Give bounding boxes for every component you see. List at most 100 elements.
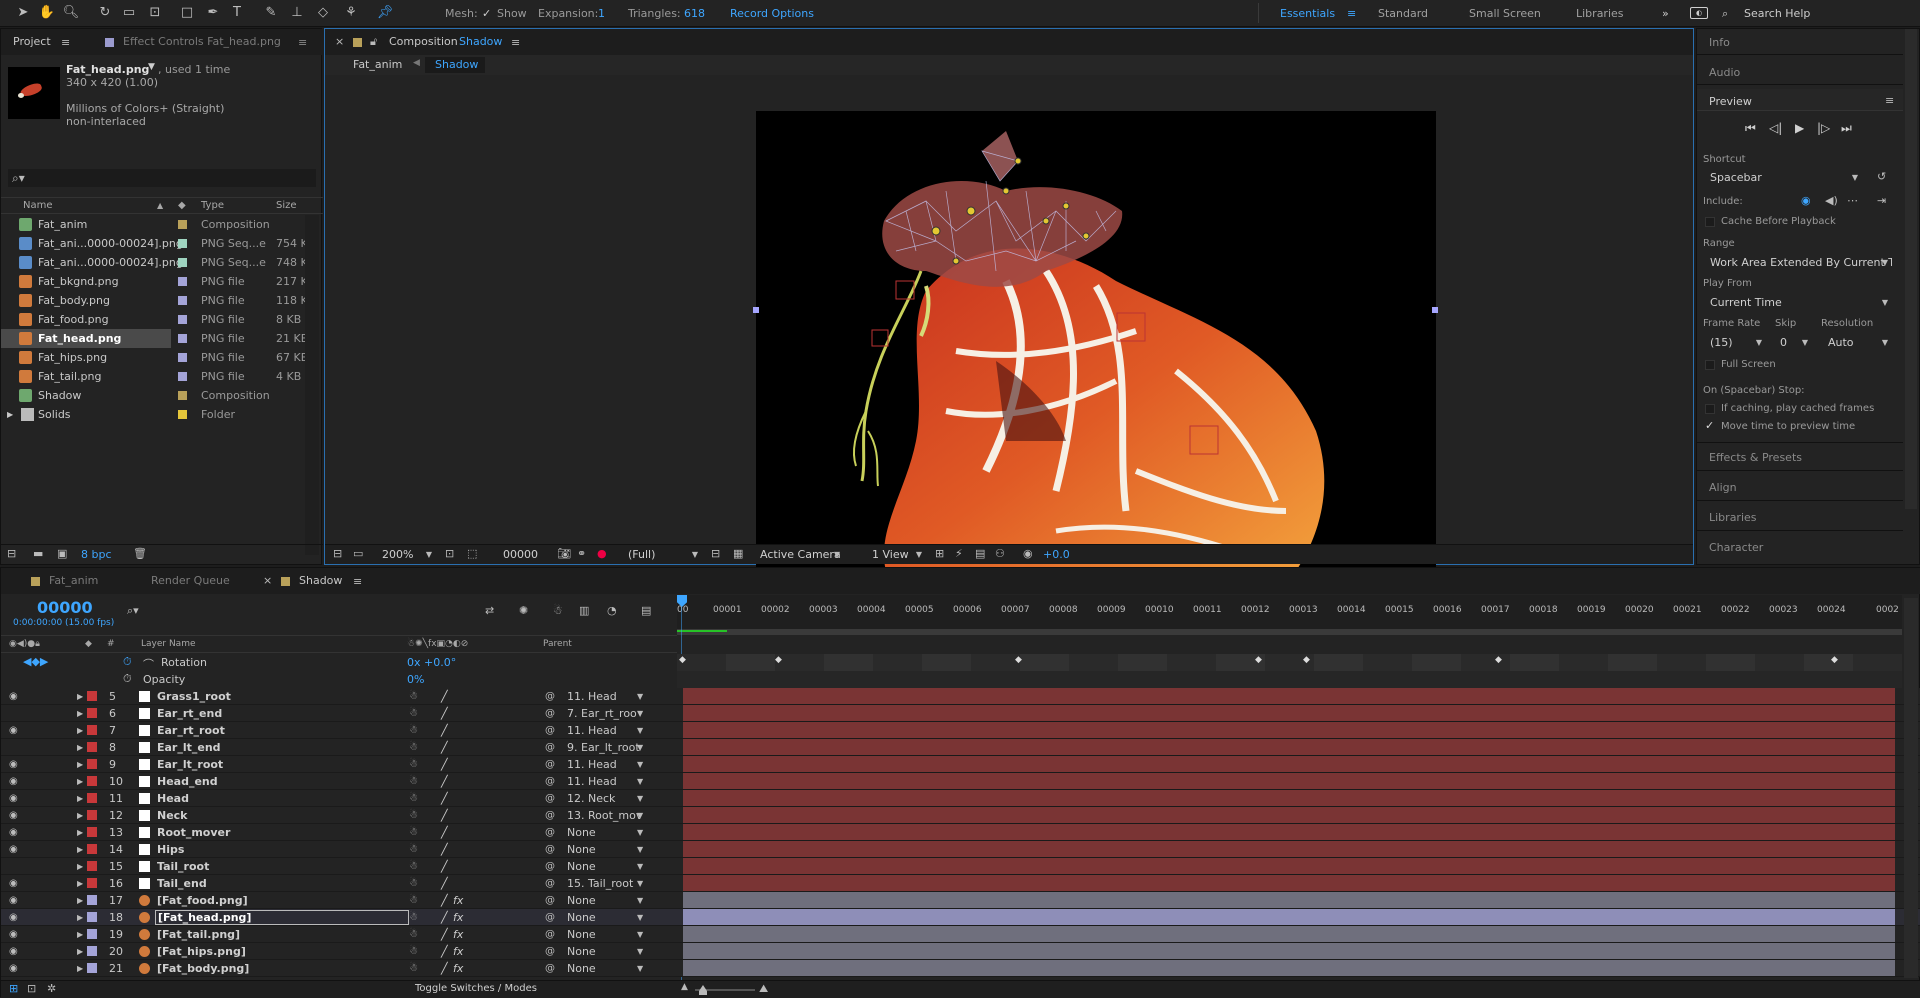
project-item[interactable]: Fat_ani...0000-00024].png PNG Seq...e 754 … xyxy=(1,234,321,253)
layer-duration-bar[interactable] xyxy=(683,858,1895,874)
pick-whip-icon[interactable]: @ xyxy=(545,688,555,705)
in-out-pane-icon[interactable]: ✲ xyxy=(47,982,56,995)
shy-switch-icon[interactable]: ☃ xyxy=(409,926,418,943)
pick-whip-icon[interactable]: @ xyxy=(545,739,555,756)
parent-dropdown-arrow-icon[interactable]: ▼ xyxy=(637,824,643,841)
sort-asc-icon[interactable]: ▲ xyxy=(157,198,163,214)
label-swatch[interactable] xyxy=(178,315,187,324)
parent-dropdown[interactable]: 12. Neck xyxy=(567,790,647,807)
layer-duration-bar[interactable] xyxy=(683,705,1895,721)
motion-blur-icon[interactable]: ◔ xyxy=(607,604,617,617)
label-column-icon[interactable]: ◆ xyxy=(178,198,186,214)
frame-blending-icon[interactable]: ▥ xyxy=(579,604,589,617)
layer-name[interactable]: Ear_lt_end xyxy=(157,739,221,756)
pick-whip-icon[interactable]: @ xyxy=(545,807,555,824)
move-time-checkbox[interactable]: ✓ xyxy=(1705,419,1714,432)
record-options-link[interactable]: Record Options xyxy=(730,7,814,20)
last-frame-icon[interactable]: ⏭ xyxy=(1841,121,1852,136)
effects-switch-icon[interactable]: fx xyxy=(453,960,463,977)
fit-icon[interactable]: ⊡ xyxy=(445,547,454,560)
visibility-eye-icon[interactable]: ◉ xyxy=(9,688,18,705)
project-item[interactable]: Fat_anim Composition xyxy=(1,215,321,234)
layer-name[interactable]: [Fat_head.png] xyxy=(155,910,409,925)
layer-name[interactable]: [Fat_body.png] xyxy=(157,960,249,977)
include-audio-icon[interactable]: ◀) xyxy=(1825,194,1838,207)
visibility-eye-icon[interactable]: ◉ xyxy=(9,824,18,841)
parent-dropdown-arrow-icon[interactable]: ▼ xyxy=(637,688,643,705)
new-composition-icon[interactable]: ▣ xyxy=(57,547,67,560)
layer-name[interactable]: Head_end xyxy=(157,773,218,790)
resolution-dropdown[interactable]: Auto xyxy=(1821,334,1893,352)
layer-label-swatch[interactable] xyxy=(87,708,97,718)
layer-label-swatch[interactable] xyxy=(87,929,97,939)
comp-canvas[interactable] xyxy=(756,111,1436,569)
workspace-small-screen[interactable]: Small Screen xyxy=(1469,7,1541,20)
zoom-dropdown[interactable]: 200% xyxy=(375,546,437,564)
rotation-value[interactable]: 0x +0.0° xyxy=(407,656,456,669)
region-of-interest-icon[interactable]: ⊟ xyxy=(711,547,720,560)
workspace-libraries[interactable]: Libraries xyxy=(1576,7,1624,20)
type-tool-icon[interactable]: T xyxy=(228,4,246,22)
asset-usage-dropdown-icon[interactable]: ▼ xyxy=(148,62,155,72)
label-swatch[interactable] xyxy=(178,353,187,362)
include-layer-controls-icon[interactable]: ⇥ xyxy=(1877,194,1886,207)
timeline-scrollbar[interactable] xyxy=(1904,598,1918,978)
label-swatch[interactable] xyxy=(178,372,187,381)
shy-switch-icon[interactable]: ☃ xyxy=(409,875,418,892)
pan-behind-tool-icon[interactable]: ⊡ xyxy=(146,4,164,22)
parent-dropdown-arrow-icon[interactable]: ▼ xyxy=(637,722,643,739)
stopwatch-icon[interactable]: ⏱ xyxy=(123,672,132,686)
expand-arrow-icon[interactable]: ▶ xyxy=(7,405,13,424)
camera-tool-icon[interactable]: ▭ xyxy=(120,4,138,22)
play-icon[interactable]: ▶ xyxy=(1795,121,1804,135)
layer-label-swatch[interactable] xyxy=(87,691,97,701)
keyframe-marker[interactable]: ◆ xyxy=(1255,655,1262,665)
effects-switch-icon[interactable]: fx xyxy=(453,892,463,909)
layer-duration-bar[interactable] xyxy=(683,926,1895,942)
expansion-value[interactable]: 1 xyxy=(598,7,605,20)
tab-shadow[interactable]: Shadow xyxy=(287,568,342,594)
project-item[interactable]: Fat_food.png PNG file 8 KB xyxy=(1,310,321,329)
quality-switch-icon[interactable]: ╱ xyxy=(441,960,448,977)
panel-menu-icon[interactable]: ≡ xyxy=(353,575,362,588)
toggle-switches-modes-button[interactable]: Toggle Switches / Modes xyxy=(415,983,537,994)
visibility-eye-icon[interactable]: ◉ xyxy=(9,807,18,824)
brush-tool-icon[interactable]: ✎ xyxy=(262,4,280,22)
roto-brush-tool-icon[interactable]: ⚘ xyxy=(342,4,360,22)
shortcut-dropdown[interactable]: Spacebar xyxy=(1703,169,1863,187)
quality-switch-icon[interactable]: ╱ xyxy=(441,756,448,773)
parent-dropdown[interactable]: 11. Head xyxy=(567,722,647,739)
hand-tool-icon[interactable]: ✋ xyxy=(38,4,56,22)
parent-dropdown[interactable]: 9. Ear_lt_root xyxy=(567,739,647,756)
layer-duration-bar[interactable] xyxy=(683,722,1895,738)
color-depth-button[interactable]: 8 bpc xyxy=(81,548,112,561)
layer-label-swatch[interactable] xyxy=(87,912,97,922)
layer-label-swatch[interactable] xyxy=(87,759,97,769)
project-item[interactable]: Fat_tail.png PNG file 4 KB xyxy=(1,367,321,386)
resolution-dropdown[interactable]: (Full) xyxy=(621,546,703,564)
keyframe-marker[interactable]: ◆ xyxy=(679,655,686,665)
layer-name[interactable]: [Fat_tail.png] xyxy=(157,926,240,943)
parent-dropdown-arrow-icon[interactable]: ▼ xyxy=(637,756,643,773)
channels-icon[interactable]: ● xyxy=(597,547,607,560)
parent-dropdown-arrow-icon[interactable]: ▼ xyxy=(637,705,643,722)
shy-switch-icon[interactable]: ☃ xyxy=(409,790,418,807)
switches-column-icons[interactable]: ☃✺╲fx▣◔◐⊘ xyxy=(407,636,468,652)
snapshot-icon[interactable]: 📷︎ xyxy=(557,547,571,560)
shy-switch-icon[interactable]: ☃ xyxy=(409,705,418,722)
layer-duration-bar[interactable] xyxy=(683,773,1895,789)
exposure-value[interactable]: +0.0 xyxy=(1043,548,1070,561)
project-item[interactable]: Fat_bkgnd.png PNG file 217 K xyxy=(1,272,321,291)
pick-whip-icon[interactable]: @ xyxy=(545,824,555,841)
opacity-value[interactable]: 0% xyxy=(407,673,424,686)
pick-whip-icon[interactable]: @ xyxy=(545,841,555,858)
project-item[interactable]: Shadow Composition xyxy=(1,386,321,405)
shy-switch-icon[interactable]: ☃ xyxy=(409,824,418,841)
layer-name[interactable]: Root_mover xyxy=(157,824,230,841)
pick-whip-icon[interactable]: @ xyxy=(545,858,555,875)
tab-render-queue[interactable]: Render Queue xyxy=(139,568,230,594)
expand-arrow-icon[interactable]: ▶ xyxy=(77,773,83,790)
pick-whip-icon[interactable]: @ xyxy=(545,722,555,739)
parent-dropdown[interactable]: 7. Ear_rt_roo xyxy=(567,705,647,722)
pick-whip-icon[interactable]: @ xyxy=(545,875,555,892)
